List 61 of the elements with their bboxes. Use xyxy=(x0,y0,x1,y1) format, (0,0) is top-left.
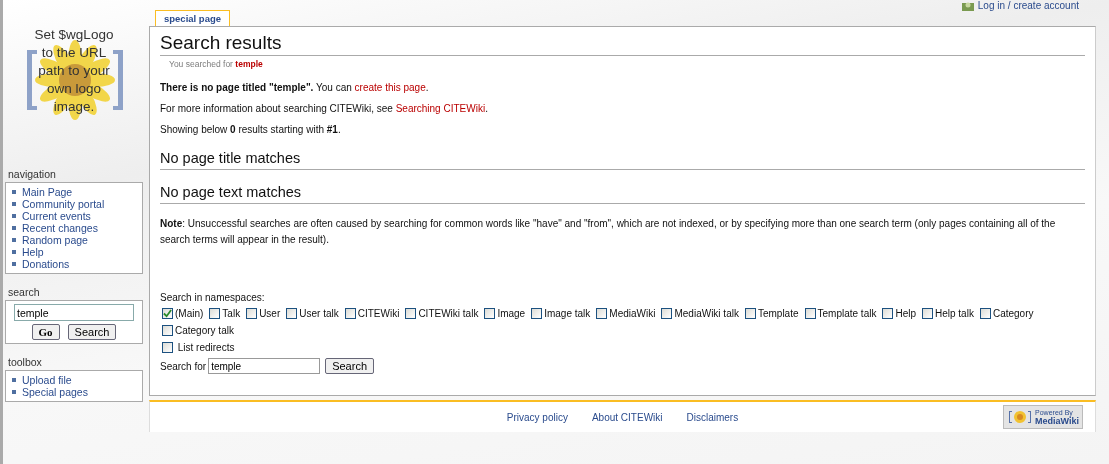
namespace-checkbox[interactable]: Category xyxy=(979,305,1034,322)
search-button[interactable]: Search xyxy=(67,324,117,340)
bullet-icon xyxy=(12,190,16,194)
bullet-icon xyxy=(12,214,16,218)
namespace-checkbox[interactable]: MediaWiki talk xyxy=(661,305,739,322)
search-field[interactable]: temple xyxy=(14,304,134,321)
namespace-checkbox[interactable]: Help talk xyxy=(922,305,974,322)
list-redirects-checkbox[interactable]: List redirects xyxy=(162,339,235,356)
namespace-checkbox[interactable]: MediaWiki xyxy=(596,305,656,322)
section-heading: No page title matches xyxy=(160,150,1085,170)
user-icon xyxy=(961,0,974,11)
namespace-checkbox[interactable]: CITEWiki talk xyxy=(405,305,479,322)
nav-link[interactable]: Recent changes xyxy=(22,222,98,234)
page-title: Search results xyxy=(160,29,1085,56)
namespaces-label: Search in namespaces: xyxy=(160,292,266,303)
namespace-checkbox[interactable]: Talk xyxy=(209,305,241,322)
section-heading: No page text matches xyxy=(160,184,1085,204)
search-field[interactable]: temple xyxy=(208,358,321,374)
portlet-title: search xyxy=(7,285,41,300)
namespace-checkbox[interactable]: Category talk xyxy=(162,322,234,339)
tab[interactable]: special page xyxy=(155,10,231,26)
portlet-title: navigation xyxy=(7,167,57,182)
search-summary: You searched for temple xyxy=(169,59,263,69)
namespace-checkbox[interactable]: (Main) xyxy=(162,305,204,322)
message-text: Showing below 0 results starting with #1. xyxy=(160,124,342,136)
create-link[interactable]: create this page xyxy=(354,82,426,93)
footer-link[interactable]: About CITEWiki xyxy=(591,411,663,423)
namespace-checkbox[interactable]: User talk xyxy=(286,305,339,322)
go-button[interactable]: Go xyxy=(31,324,60,340)
namespace-checkbox[interactable]: Template talk xyxy=(804,305,877,322)
portlet-title: toolbox xyxy=(7,355,43,370)
check-icon xyxy=(163,309,172,318)
namespace-checkbox[interactable]: CITEWiki xyxy=(344,305,400,322)
bullet-icon xyxy=(12,238,16,242)
bullet-icon xyxy=(12,262,16,266)
message-text: For more information about searching CITEWiki, see Searching CITEWiki. xyxy=(160,103,489,115)
toolbox-link[interactable]: Special pages xyxy=(22,386,88,398)
toolbox-link[interactable]: Upload file xyxy=(22,374,72,386)
search-button[interactable]: Search xyxy=(325,358,374,374)
namespace-checkbox[interactable]: Template xyxy=(744,305,799,322)
login-link[interactable]: Log in / create account xyxy=(961,0,1079,11)
bullet-icon xyxy=(12,202,16,206)
search-for-label: Search for xyxy=(160,360,207,372)
nav-link[interactable]: Current events xyxy=(22,210,91,222)
bullet-icon xyxy=(12,378,16,382)
footer-link[interactable]: Privacy policy xyxy=(506,411,568,423)
nav-link[interactable]: Community portal xyxy=(22,198,105,210)
note-text: Note: Unsuccessful searches are often caused by searching for common words like "have" and "from", which are not indexed, or by specifying more than one search term (only pages containing all of the search terms will appear in the result). xyxy=(160,217,1057,247)
bullet-icon xyxy=(12,226,16,230)
namespace-checkbox[interactable]: Image talk xyxy=(531,305,591,322)
bullet-icon xyxy=(12,250,16,254)
nav-link[interactable]: Help xyxy=(22,246,44,258)
nav-link[interactable]: Donations xyxy=(22,258,70,270)
namespace-checkbox[interactable]: Help xyxy=(882,305,916,322)
footer-link[interactable]: Disclaimers xyxy=(686,411,739,423)
bullet-icon xyxy=(12,390,16,394)
message-text: There is no page titled "temple". You can create this page. xyxy=(160,82,430,94)
nav-link[interactable]: Main Page xyxy=(22,186,73,198)
namespace-checkbox[interactable]: User xyxy=(246,305,281,322)
namespace-checkbox[interactable]: Image xyxy=(484,305,526,322)
nav-link[interactable]: Random page xyxy=(22,234,88,246)
